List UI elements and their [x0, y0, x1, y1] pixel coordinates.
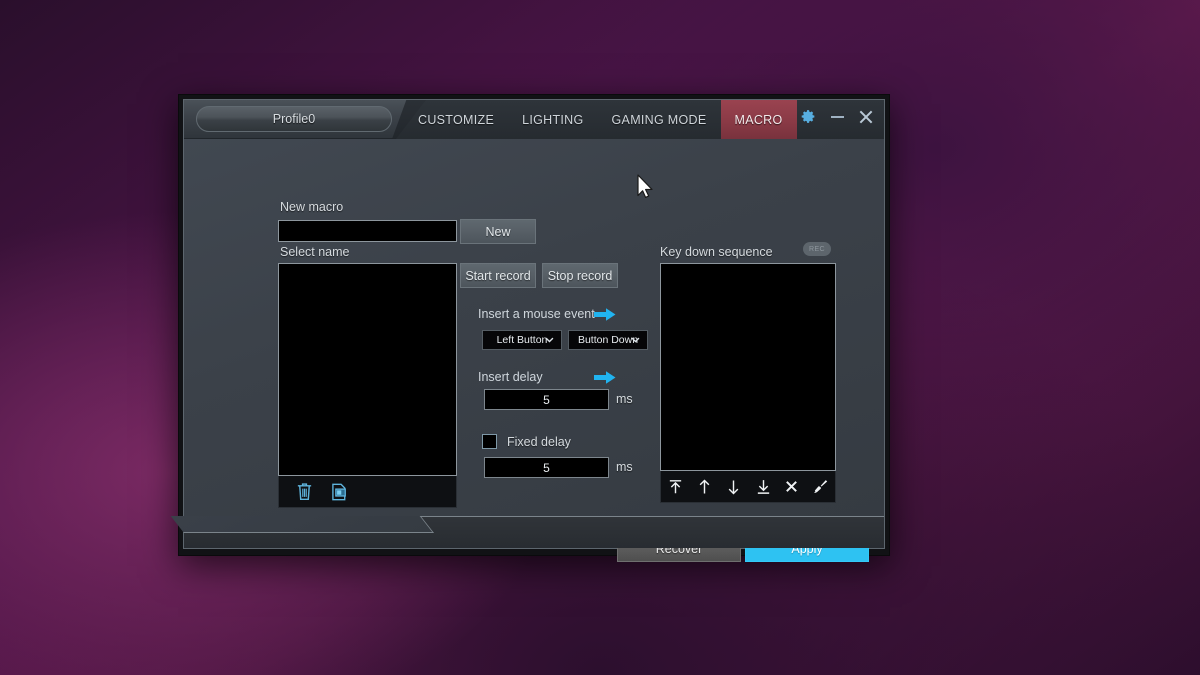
insert-mouse-event-arrow-icon[interactable]: [594, 307, 616, 327]
start-record-label: Start record: [465, 268, 531, 283]
insert-delay-label: Insert delay: [478, 370, 543, 384]
minimize-icon: [831, 115, 844, 118]
stop-record-label: Stop record: [547, 268, 613, 283]
macro-configuration-window: Profile0 CUSTOMIZE LIGHTING GAMING MODE …: [170, 94, 890, 562]
gear-icon: [801, 110, 815, 123]
fixed-delay-unit: ms: [616, 460, 633, 474]
move-to-bottom-icon[interactable]: [755, 478, 772, 495]
move-down-icon[interactable]: [725, 478, 742, 495]
move-up-icon[interactable]: [696, 478, 713, 495]
close-icon: [858, 109, 874, 125]
settings-button[interactable]: [800, 108, 817, 125]
mouse-button-select[interactable]: Left Button: [482, 330, 562, 350]
key-down-sequence-list[interactable]: [660, 263, 836, 471]
mouse-action-select[interactable]: Button Down: [568, 330, 648, 350]
duplicate-macro-icon[interactable]: [330, 482, 350, 502]
move-to-top-icon[interactable]: [667, 478, 684, 495]
title-bar: Profile0 CUSTOMIZE LIGHTING GAMING MODE …: [184, 100, 884, 139]
fixed-delay-checkbox[interactable]: [482, 434, 497, 449]
tab-gaming-mode-label: GAMING MODE: [611, 112, 707, 127]
insert-mouse-event-label: Insert a mouse event: [478, 307, 595, 321]
mouse-button-value: Left Button: [496, 334, 548, 346]
new-macro-button[interactable]: New: [460, 219, 536, 244]
fixed-delay-label: Fixed delay: [507, 434, 571, 449]
tab-lighting-label: LIGHTING: [522, 112, 584, 127]
window-controls: [800, 108, 874, 125]
new-macro-button-label: New: [485, 224, 511, 239]
insert-delay-input[interactable]: [484, 389, 609, 410]
fixed-delay-row: Fixed delay: [482, 434, 571, 449]
chevron-down-icon: [631, 334, 640, 346]
close-button[interactable]: [858, 109, 874, 125]
rec-status-badge: REC: [803, 242, 831, 256]
tab-macro-label: MACRO: [734, 112, 783, 127]
fixed-delay-input[interactable]: [484, 457, 609, 478]
delete-macro-icon[interactable]: [295, 481, 314, 502]
macro-name-list[interactable]: [278, 263, 457, 476]
delete-item-icon[interactable]: [784, 479, 799, 494]
main-tabs: CUSTOMIZE LIGHTING GAMING MODE MACRO: [396, 100, 823, 139]
tab-gaming-mode[interactable]: GAMING MODE: [598, 100, 721, 139]
tab-customize[interactable]: CUSTOMIZE: [404, 100, 508, 139]
new-macro-label: New macro: [280, 200, 344, 214]
macro-list-toolbar: [278, 476, 457, 508]
macro-panel-body: New macro New Select name Start record S…: [184, 139, 884, 562]
profile-tab[interactable]: Profile0: [196, 106, 392, 132]
tab-customize-label: CUSTOMIZE: [418, 112, 495, 127]
stop-record-button[interactable]: Stop record: [542, 263, 618, 288]
sequence-toolbar: [660, 471, 836, 503]
window-inner: Profile0 CUSTOMIZE LIGHTING GAMING MODE …: [170, 99, 885, 562]
select-name-label: Select name: [280, 245, 350, 259]
chevron-down-icon: [545, 334, 554, 346]
insert-delay-arrow-icon[interactable]: [594, 370, 616, 390]
window-footer-strip: [170, 516, 884, 548]
clear-all-icon[interactable]: [811, 478, 829, 496]
profile-tab-label: Profile0: [272, 112, 316, 126]
tab-macro[interactable]: MACRO: [720, 100, 797, 139]
footer-notch-decoration: [170, 516, 434, 533]
key-down-sequence-label: Key down sequence: [660, 245, 773, 259]
new-macro-input[interactable]: [278, 220, 457, 242]
mouse-action-value: Button Down: [577, 334, 639, 346]
minimize-button[interactable]: [831, 115, 844, 118]
insert-delay-unit: ms: [616, 392, 633, 406]
tab-lighting[interactable]: LIGHTING: [508, 100, 597, 139]
start-record-button[interactable]: Start record: [460, 263, 536, 288]
